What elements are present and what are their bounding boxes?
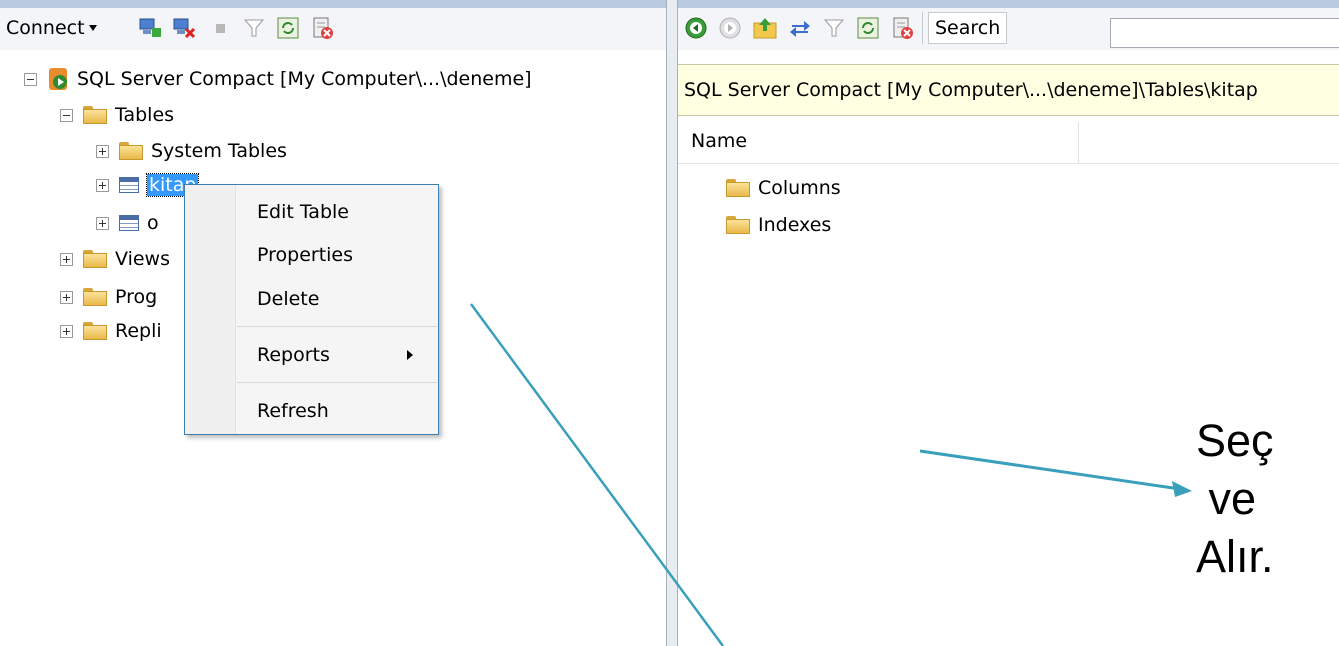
sql-compact-database-icon — [47, 67, 69, 91]
search-input[interactable] — [1110, 18, 1339, 48]
disconnect-db-icon[interactable] — [172, 14, 196, 42]
menu-item-properties[interactable]: Properties — [257, 240, 353, 270]
connect-db-icon[interactable] — [138, 14, 162, 42]
back-icon[interactable] — [684, 14, 708, 42]
tree-replication-label: Repli — [115, 320, 162, 342]
expand-icon[interactable] — [96, 178, 109, 192]
stop-icon[interactable] — [208, 14, 232, 42]
refresh-icon[interactable] — [276, 14, 300, 42]
filter-icon[interactable] — [822, 14, 846, 42]
folder-icon — [726, 179, 750, 197]
folder-icon — [83, 106, 107, 124]
expand-icon[interactable] — [60, 324, 73, 338]
expand-icon[interactable] — [60, 252, 73, 266]
menu-separator — [237, 326, 437, 327]
menu-item-label: Edit Table — [257, 201, 349, 223]
folder-icon — [83, 288, 107, 306]
column-header-label: Name — [691, 130, 748, 152]
expand-icon[interactable] — [60, 290, 73, 304]
tree-tables-label: Tables — [115, 104, 175, 126]
up-folder-icon[interactable] — [752, 14, 778, 42]
table-icon — [119, 177, 139, 193]
menu-item-label: Reports — [257, 344, 330, 366]
filter-icon[interactable] — [242, 14, 266, 42]
tree-root-label: SQL Server Compact [My Computer\...\dene… — [77, 68, 532, 90]
menu-separator — [237, 382, 437, 383]
table-icon — [119, 215, 139, 231]
annotation-text: Seç ve Alır. — [1196, 412, 1274, 586]
object-explorer-icon[interactable] — [890, 14, 916, 42]
collapse-icon[interactable] — [24, 72, 37, 86]
tree-node-tables[interactable]: Tables — [60, 100, 174, 130]
menu-item-edit-table[interactable]: Edit Table — [257, 197, 349, 227]
search-label: Search — [928, 12, 1008, 44]
toolbar-separator — [922, 12, 923, 44]
folder-icon — [83, 250, 107, 268]
search-label-text: Search — [935, 17, 1001, 39]
tree-programmability-label: Prog — [115, 286, 158, 308]
annotation-line-1: Seç — [1196, 415, 1274, 466]
tree-node-system-tables[interactable]: System Tables — [96, 136, 287, 166]
current-path-bar: SQL Server Compact [My Computer\...\dene… — [678, 64, 1339, 116]
column-header-name[interactable]: Name — [691, 130, 747, 152]
details-list-header: Name — [678, 122, 1339, 164]
object-explorer-icon[interactable] — [310, 14, 336, 42]
tree-system-tables-label: System Tables — [151, 140, 287, 162]
pane-title-strip — [678, 0, 1339, 8]
forward-icon[interactable] — [718, 14, 742, 42]
tree-node-table-2[interactable]: o — [96, 208, 159, 238]
tree-node-replication[interactable]: Repli — [60, 316, 162, 346]
menu-icon-gutter — [185, 185, 236, 434]
list-item[interactable]: Indexes — [726, 210, 831, 240]
object-explorer-toolbar: Connect — [0, 0, 666, 50]
column-divider[interactable] — [1078, 122, 1079, 164]
collapse-icon[interactable] — [60, 108, 73, 122]
tree-views-label: Views — [115, 248, 170, 270]
current-path-text: SQL Server Compact [My Computer\...\dene… — [684, 79, 1258, 101]
folder-icon — [726, 216, 750, 234]
tree-table-2-label: o — [147, 212, 159, 234]
tree-node-views[interactable]: Views — [60, 244, 170, 274]
sync-icon[interactable] — [788, 14, 812, 42]
dropdown-arrow-icon — [88, 25, 97, 31]
menu-item-delete[interactable]: Delete — [257, 284, 319, 314]
list-item[interactable]: Columns — [726, 173, 841, 203]
expand-icon[interactable] — [96, 144, 109, 158]
menu-item-label: Refresh — [257, 400, 329, 422]
object-explorer-pane: Connect SQL Server Compact [My Computer\… — [0, 0, 666, 646]
tree-node-root[interactable]: SQL Server Compact [My Computer\...\dene… — [24, 64, 532, 94]
connect-label: Connect — [6, 17, 85, 39]
list-item-label: Indexes — [758, 214, 832, 236]
menu-item-reports[interactable]: Reports — [257, 340, 330, 370]
refresh-icon[interactable] — [856, 14, 880, 42]
details-toolbar: Search — [678, 0, 1339, 50]
menu-item-label: Delete — [257, 288, 320, 310]
menu-item-refresh[interactable]: Refresh — [257, 396, 329, 426]
menu-item-label: Properties — [257, 244, 354, 266]
pane-splitter[interactable] — [666, 0, 678, 646]
folder-icon — [83, 322, 107, 340]
tree-node-programmability[interactable]: Prog — [60, 282, 157, 312]
connect-button[interactable]: Connect — [6, 14, 97, 42]
annotation-line-2: ve — [1196, 473, 1257, 524]
list-item-label: Columns — [758, 177, 841, 199]
submenu-arrow-icon — [407, 350, 413, 360]
expand-icon[interactable] — [96, 216, 109, 230]
pane-title-strip — [0, 0, 666, 8]
folder-icon — [119, 142, 143, 160]
annotation-line-3: Alır. — [1196, 531, 1274, 582]
context-menu: Edit Table Properties Delete Reports Ref… — [184, 184, 439, 435]
